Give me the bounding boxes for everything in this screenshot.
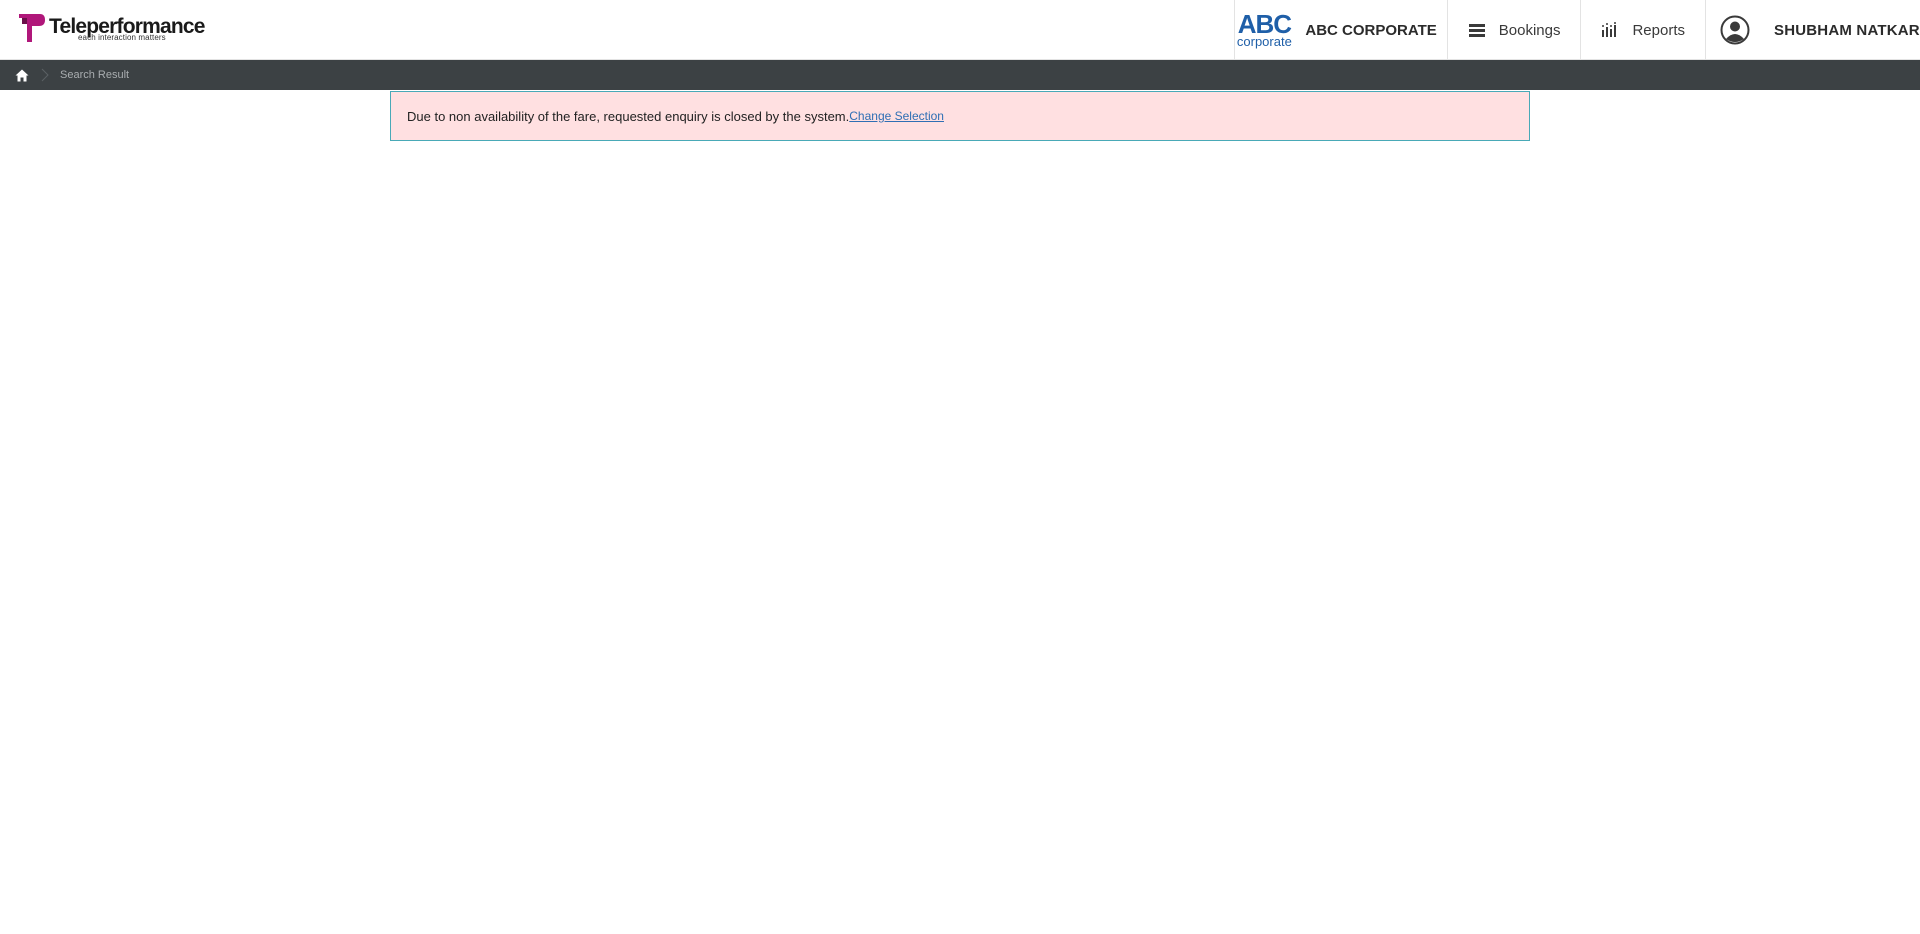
menu-icon [1468, 24, 1485, 37]
nav-reports[interactable]: Reports [1580, 0, 1705, 60]
home-icon[interactable] [15, 69, 29, 82]
nav-bookings-label: Bookings [1498, 21, 1561, 39]
top-nav: ABC corporate ABC CORPORATE Bookings Rep… [1234, 0, 1920, 60]
teleperformance-logo[interactable]: Teleperformance each interaction matters [18, 12, 205, 48]
breadcrumb: Search Result [0, 60, 1920, 90]
change-selection-link[interactable]: Change Selection [849, 109, 944, 123]
user-menu[interactable]: SHUBHAM NATKAR [1705, 0, 1920, 60]
bar-chart-icon [1602, 22, 1617, 37]
corporate-name: ABC CORPORATE [1305, 21, 1437, 39]
breadcrumb-separator-icon [41, 68, 49, 82]
alert-message: Due to non availability of the fare, req… [407, 108, 850, 124]
logo-tagline: each interaction matters [78, 33, 166, 42]
user-avatar-icon [1720, 15, 1750, 45]
fare-unavailable-alert: Due to non availability of the fare, req… [390, 91, 1530, 141]
user-name: SHUBHAM NATKAR [1774, 21, 1920, 39]
breadcrumb-search-result: Search Result [60, 69, 130, 81]
corporate-switcher[interactable]: ABC corporate ABC CORPORATE [1234, 0, 1446, 60]
abc-corporate-logo: ABC corporate [1235, 11, 1293, 49]
nav-reports-label: Reports [1632, 21, 1685, 39]
abc-logo-big: ABC [1237, 9, 1292, 39]
top-header: Teleperformance each interaction matters… [0, 0, 1920, 60]
abc-logo-small: corporate [1236, 34, 1292, 49]
nav-bookings[interactable]: Bookings [1446, 0, 1581, 60]
teleperformance-logo-mark-icon [19, 14, 45, 42]
